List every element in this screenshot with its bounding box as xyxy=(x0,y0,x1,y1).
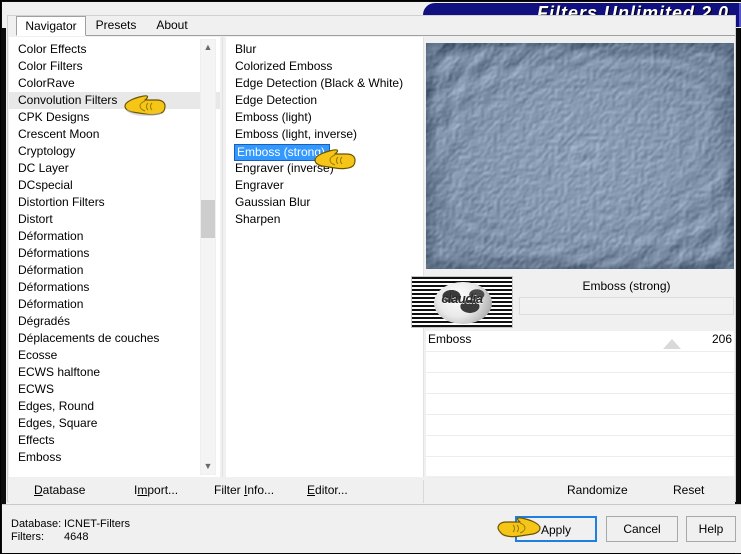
menu-editor-label: ditor... xyxy=(315,483,348,497)
menu-database-label: atabase xyxy=(42,483,86,497)
category-list[interactable]: Color Effects Color Filters ColorRave Convo… xyxy=(9,37,220,477)
parameter-panel: Emboss 206 xyxy=(426,331,734,478)
preset-strip: claudia Emboss (strong) xyxy=(411,276,734,328)
status-bar: Database: ICNET-Filters Filters: 4648 Ap… xyxy=(2,504,741,553)
parameter-row[interactable]: Emboss 206 xyxy=(426,331,734,352)
parameter-row-empty xyxy=(426,436,734,457)
category-item[interactable]: Color Filters xyxy=(9,58,220,75)
category-item[interactable]: Effects xyxy=(9,432,220,449)
tab-navigator[interactable]: Navigator xyxy=(16,16,86,36)
category-item[interactable]: Convolution Filters xyxy=(9,92,220,109)
cancel-button[interactable]: Cancel xyxy=(606,516,678,542)
tab-strip: Navigator Presets About xyxy=(8,16,735,36)
category-item[interactable]: Déformation xyxy=(9,228,220,245)
category-item[interactable]: Color Effects xyxy=(9,41,220,58)
scrollbar-thumb[interactable] xyxy=(201,200,215,238)
category-item[interactable]: Crescent Moon xyxy=(9,126,220,143)
slider-thumb[interactable] xyxy=(663,339,682,349)
menu-reset[interactable]: Reset xyxy=(673,483,704,497)
tab-about[interactable]: About xyxy=(146,16,198,36)
tab-presets[interactable]: Presets xyxy=(86,16,146,36)
parameter-row-empty xyxy=(426,352,734,373)
parameter-row-empty xyxy=(426,394,734,415)
menu-import[interactable]: Import... xyxy=(134,483,178,497)
category-item[interactable]: Edges, Round xyxy=(9,398,220,415)
filter-item[interactable]: Engraver (inverse) xyxy=(226,160,423,177)
filter-preview[interactable] xyxy=(426,43,734,269)
category-item[interactable]: ECWS halftone xyxy=(9,364,220,381)
menu-randomize[interactable]: Randomize xyxy=(567,483,628,497)
list-divider xyxy=(222,37,223,477)
chevron-up-icon[interactable]: ▲ xyxy=(201,40,215,55)
filter-item[interactable]: Gaussian Blur xyxy=(226,194,423,211)
parameter-row-empty xyxy=(426,457,734,478)
category-item[interactable]: Edges, Square xyxy=(9,415,220,432)
preview-divider xyxy=(423,37,424,477)
filter-item-selected[interactable]: Emboss (strong) xyxy=(233,144,331,161)
filter-item[interactable]: Emboss (strong) xyxy=(226,143,423,161)
category-item[interactable]: Distortion Filters xyxy=(9,194,220,211)
menu-filter-info[interactable]: Filter Info... xyxy=(214,483,274,497)
category-item[interactable]: Déformations xyxy=(9,279,220,296)
preset-dropdown[interactable] xyxy=(519,297,734,315)
category-item[interactable]: DC Layer xyxy=(9,160,220,177)
menu-filter-info-label: nfo... xyxy=(247,483,275,497)
category-scrollbar[interactable]: ▲ ▼ xyxy=(200,39,216,475)
category-item[interactable]: Ecosse xyxy=(9,347,220,364)
window-frame-left xyxy=(1,1,6,554)
filter-list-items: Blur Colorized Emboss Edge Detection (Blac… xyxy=(226,41,423,477)
category-item[interactable]: Déformations xyxy=(9,245,220,262)
status-database-value: ICNET-Filters xyxy=(64,518,130,530)
menu-row: Database Import... Filter Info... Editor… xyxy=(9,480,734,503)
menu-editor[interactable]: Editor... xyxy=(307,483,348,497)
parameter-value: 206 xyxy=(711,332,732,346)
filter-item[interactable]: Colorized Emboss xyxy=(226,58,423,75)
filter-item[interactable]: Engraver xyxy=(226,177,423,194)
menu-divider xyxy=(423,480,424,503)
help-button[interactable]: Help xyxy=(686,516,736,542)
category-item[interactable]: CPK Designs xyxy=(9,109,220,126)
apply-button[interactable]: Apply xyxy=(515,516,597,542)
filters-unlimited-window: Filters Unlimited 2.0 Navigator Presets … xyxy=(0,0,741,554)
category-item[interactable]: Déformation xyxy=(9,262,220,279)
filter-item[interactable]: Sharpen xyxy=(226,211,423,228)
parameter-row-empty xyxy=(426,415,734,436)
category-item[interactable]: Emboss xyxy=(9,449,220,466)
parameter-label: Emboss xyxy=(428,332,472,346)
status-database-label: Database: xyxy=(11,518,62,530)
status-filters-value: 4648 xyxy=(64,531,89,543)
filter-list[interactable]: Blur Colorized Emboss Edge Detection (Blac… xyxy=(226,37,423,477)
menu-import-label: port... xyxy=(147,483,179,497)
filter-item[interactable]: Edge Detection xyxy=(226,92,423,109)
filter-item[interactable]: Blur xyxy=(226,41,423,58)
filter-item[interactable]: Emboss (light) xyxy=(226,109,423,126)
chevron-down-icon[interactable]: ▼ xyxy=(201,459,215,474)
preset-name: Emboss (strong) xyxy=(582,279,671,293)
menu-database[interactable]: Database xyxy=(34,483,85,497)
category-list-items: Color Effects Color Filters ColorRave Convo… xyxy=(9,41,220,477)
preview-canvas xyxy=(426,43,734,269)
status-filters-label: Filters: xyxy=(11,531,44,543)
category-item[interactable]: Déformation xyxy=(9,296,220,313)
parameter-row-empty xyxy=(426,373,734,394)
category-item[interactable]: Dégradés xyxy=(9,313,220,330)
category-item[interactable]: ColorRave xyxy=(9,75,220,92)
category-item[interactable]: Cryptology xyxy=(9,143,220,160)
watermark-text: claudia xyxy=(441,291,483,306)
category-item[interactable]: DCspecial xyxy=(9,177,220,194)
filter-item[interactable]: Edge Detection (Black & White) xyxy=(226,75,423,92)
category-item[interactable]: Déplacements de couches xyxy=(9,330,220,347)
tab-strip-filler xyxy=(198,16,735,36)
filter-item[interactable]: Emboss (light, inverse) xyxy=(226,126,423,143)
category-item[interactable]: Distort xyxy=(9,211,220,228)
preview-texture xyxy=(426,43,734,269)
category-item[interactable]: ECWS xyxy=(9,381,220,398)
preset-thumbnail[interactable]: claudia xyxy=(411,276,513,328)
